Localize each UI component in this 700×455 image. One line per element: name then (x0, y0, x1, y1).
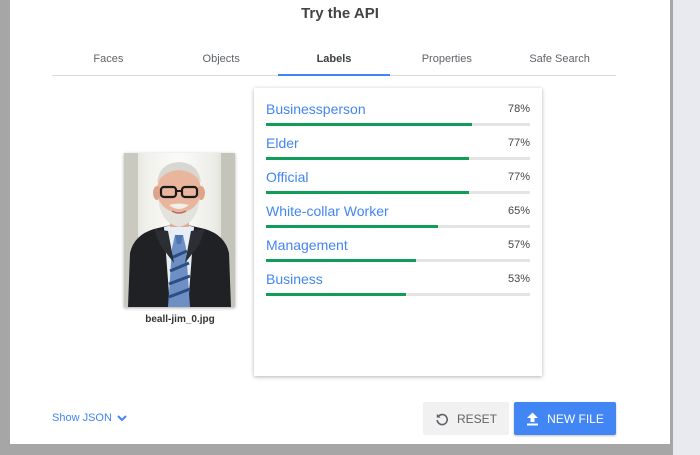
label-row: Elder 77% (266, 134, 530, 164)
score-bar-track (266, 259, 530, 262)
label-score: 77% (507, 137, 530, 149)
show-json-label: Show JSON (52, 412, 112, 424)
labels-card: Businessperson 78% Elder 77% Official 77… (254, 88, 542, 376)
api-panel: Try the API Faces Objects Labels Propert… (10, 0, 670, 444)
label-name: Elder (266, 135, 299, 151)
tab-labels[interactable]: Labels (277, 46, 391, 76)
score-bar-track (266, 191, 530, 194)
score-bar-track (266, 157, 530, 160)
new-file-label: NEW FILE (547, 411, 604, 426)
vertical-scrollbar[interactable] (673, 0, 700, 455)
label-name: White-collar Worker (266, 203, 389, 219)
label-row: White-collar Worker 65% (266, 202, 530, 232)
score-bar-fill (266, 157, 470, 160)
label-name: Business (266, 271, 323, 287)
label-row: Official 77% (266, 168, 530, 198)
score-bar-fill (266, 191, 470, 194)
tab-safe-search[interactable]: Safe Search (503, 46, 616, 75)
label-name: Management (266, 237, 348, 253)
show-json-toggle[interactable]: Show JSON (52, 412, 128, 424)
window-bottom-edge (10, 444, 673, 455)
label-name: Businessperson (266, 101, 366, 117)
image-filename: beall-jim_0.jpg (145, 314, 215, 325)
tab-objects[interactable]: Objects (165, 46, 278, 75)
score-bar-fill (266, 293, 406, 296)
portrait-image (124, 153, 235, 307)
label-score: 78% (507, 103, 530, 115)
label-score: 53% (507, 273, 530, 285)
new-file-button[interactable]: NEW FILE (514, 402, 616, 435)
tab-faces[interactable]: Faces (52, 46, 165, 75)
label-score: 57% (507, 239, 530, 251)
page-title: Try the API (301, 5, 379, 22)
tab-bar: Faces Objects Labels Properties Safe Sea… (52, 46, 616, 76)
label-score: 65% (507, 205, 530, 217)
reset-label: RESET (456, 411, 497, 426)
label-row: Business 53% (266, 270, 530, 300)
upload-icon (526, 412, 539, 426)
score-bar-fill (266, 259, 417, 262)
score-bar-fill (266, 123, 472, 126)
label-row: Management 57% (266, 236, 530, 266)
reset-button[interactable]: RESET (423, 402, 509, 435)
label-row: Businessperson 78% (266, 100, 530, 130)
score-bar-track (266, 123, 530, 126)
score-bar-track (266, 225, 530, 228)
reset-icon (435, 412, 449, 426)
score-bar-fill (266, 225, 438, 228)
tab-properties[interactable]: Properties (390, 46, 503, 75)
score-bar-track (266, 293, 530, 296)
uploaded-photo (124, 153, 235, 307)
label-score: 77% (507, 171, 530, 183)
chevron-down-icon (117, 415, 127, 422)
label-name: Official (266, 169, 309, 185)
